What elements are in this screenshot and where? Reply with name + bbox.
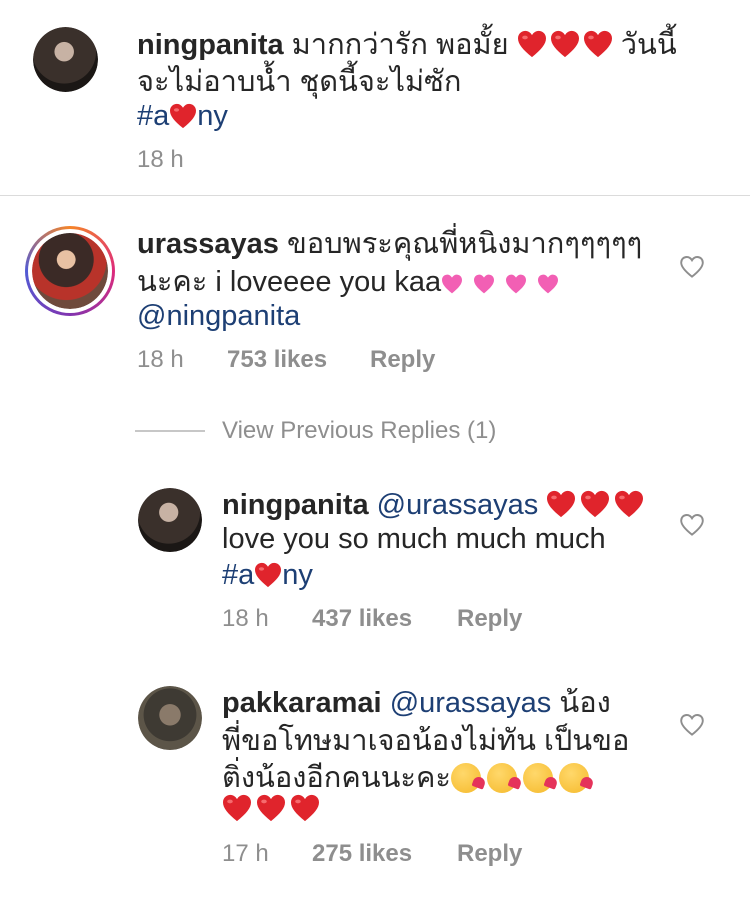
reply1-mention[interactable]: @urassayas — [377, 489, 539, 521]
red-heart-icon — [583, 30, 613, 58]
comment2-text-part1: ขอบพระคุณพี่หนิงมากๆๆๆๆๆ — [286, 228, 643, 260]
comment1-username[interactable]: ningpanita — [137, 29, 284, 61]
comment2-mention[interactable]: @ningpanita — [137, 298, 300, 335]
pink-heart-icon — [505, 274, 527, 294]
hashtag-prefix: #a — [222, 559, 255, 591]
reply1-time: 18 h — [222, 605, 269, 632]
red-heart-icon — [254, 562, 282, 588]
avatar-pakkaramai[interactable] — [138, 686, 202, 750]
comment2-time: 18 h — [137, 346, 184, 373]
reply1-username[interactable]: ningpanita — [222, 489, 369, 521]
reply1-hashtag[interactable]: #a ny — [222, 557, 313, 594]
reply2-text-part1: น้อง — [559, 687, 611, 719]
kissing-face-icon — [486, 763, 517, 793]
view-previous-replies[interactable]: View Previous Replies (1) — [222, 417, 496, 445]
comment1-line2: จะไม่อาบน้ำ ชุดนี้จะไม่ซัก — [137, 66, 462, 98]
comment2-username[interactable]: urassayas — [137, 228, 279, 260]
reply2-mention[interactable]: @urassayas — [390, 687, 552, 719]
reply2-text-part3: ติ่งน้องอีกคนนะคะ — [222, 762, 451, 794]
red-heart-icon — [290, 794, 320, 822]
like-heart-icon[interactable] — [679, 255, 705, 279]
caption-divider — [0, 195, 750, 196]
pink-heart-icon — [473, 274, 495, 294]
kissing-face-icon — [558, 763, 589, 793]
comment2-line2: นะคะ i loveeee you kaa — [137, 264, 569, 301]
kissing-face-icon — [450, 763, 481, 793]
red-heart-icon — [546, 490, 576, 518]
reply2-line1: pakkaramai @urassayas น้อง — [222, 685, 611, 722]
reply2-line2: พี่ขอโทษมาเจอน้องไม่ทัน เป็นขอ — [222, 725, 630, 757]
red-heart-icon — [550, 30, 580, 58]
red-heart-icon — [614, 490, 644, 518]
reply1-likes[interactable]: 437 likes — [312, 605, 412, 633]
reply2-reply-button[interactable]: Reply — [457, 840, 522, 868]
red-heart-icon — [517, 30, 547, 58]
avatar-urassayas[interactable] — [32, 233, 108, 309]
comment1-line1: ningpanita มากกว่ารัก พอมั้ย วันนี้ — [137, 27, 677, 64]
hashtag-suffix: ny — [197, 100, 228, 132]
comment2-likes[interactable]: 753 likes — [227, 346, 327, 374]
comment2-line1: urassayas ขอบพระคุณพี่หนิงมากๆๆๆๆๆ — [137, 226, 642, 263]
comment1-hashtag[interactable]: #a ny — [137, 98, 228, 135]
like-heart-icon[interactable] — [679, 513, 705, 537]
reply1-line2: love you so much much much — [222, 523, 606, 555]
hashtag-suffix: ny — [282, 559, 313, 591]
comment1-text-part1: มากกว่ารัก พอมั้ย — [291, 29, 509, 61]
red-heart-icon — [256, 794, 286, 822]
pink-heart-icon — [537, 274, 559, 294]
like-heart-icon[interactable] — [679, 713, 705, 737]
comment1-time: 18 h — [137, 146, 184, 173]
red-heart-icon — [169, 103, 197, 129]
reply1-line1: ningpanita @urassayas — [222, 487, 644, 524]
comment2-reply-button[interactable]: Reply — [370, 346, 435, 374]
pink-heart-icon — [441, 274, 463, 294]
reply2-time: 17 h — [222, 840, 269, 867]
kissing-face-icon — [522, 763, 553, 793]
avatar-ningpanita[interactable] — [33, 27, 98, 92]
reply2-line4 — [222, 791, 320, 828]
red-heart-icon — [580, 490, 610, 518]
hashtag-prefix: #a — [137, 100, 170, 132]
reply2-likes[interactable]: 275 likes — [312, 840, 412, 868]
replies-rule — [135, 430, 205, 432]
avatar-ningpanita-reply[interactable] — [138, 488, 202, 552]
red-heart-icon — [222, 794, 252, 822]
comment2-text-part2: นะคะ i loveeee you kaa — [137, 266, 442, 298]
comment1-text-part2: วันนี้ — [620, 29, 677, 61]
reply1-reply-button[interactable]: Reply — [457, 605, 522, 633]
reply2-username[interactable]: pakkaramai — [222, 687, 382, 719]
